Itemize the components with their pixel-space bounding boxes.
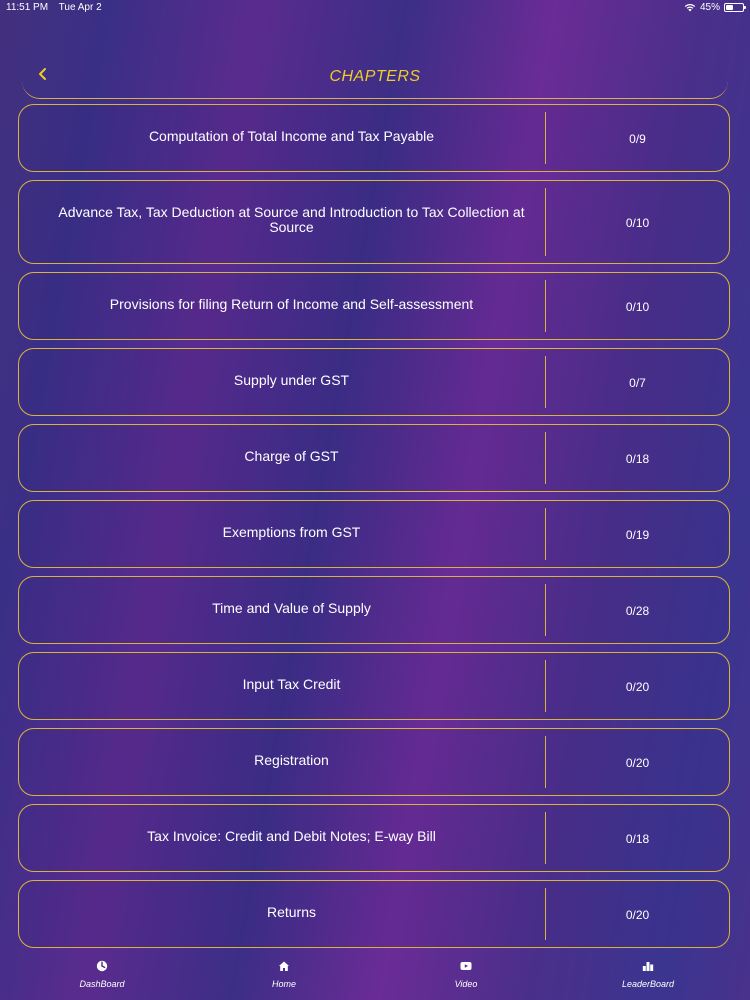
chapter-row[interactable]: Registration 0/20 [18, 728, 730, 796]
wifi-icon [684, 3, 696, 12]
tab-leaderboard-label: LeaderBoard [621, 979, 675, 989]
chapter-row[interactable]: Supply under GST 0/7 [18, 348, 730, 416]
tab-video[interactable]: Video [421, 960, 511, 992]
status-left: 11:51 PM Tue Apr 2 [6, 2, 110, 13]
tab-leaderboard[interactable]: LeaderBoard [603, 960, 693, 992]
chapter-title: Provisions for filing Return of Income a… [109, 295, 474, 312]
page-title: CHAPTERS [329, 68, 421, 85]
chapter-progress-count: 0/28 [625, 604, 650, 618]
chapter-title: Registration [254, 751, 329, 768]
chapter-row[interactable]: Computation of Total Income and Tax Paya… [18, 104, 730, 172]
chapter-title: Returns [266, 903, 317, 920]
chapter-row[interactable]: Exemptions from GST 0/19 [18, 500, 730, 568]
status-bar: 11:51 PM Tue Apr 2 45% [0, 0, 750, 16]
chapter-row[interactable]: Input Tax Credit 0/20 [18, 652, 730, 720]
chapter-title: Supply under GST [233, 371, 350, 388]
tab-dashboard[interactable]: DashBoard [57, 960, 147, 992]
chapter-progress-count: 0/18 [625, 832, 650, 846]
chapter-row[interactable]: Advance Tax, Tax Deduction at Source and… [18, 180, 730, 264]
chapter-progress-count: 0/19 [625, 528, 650, 542]
chapter-progress-count: 0/7 [629, 376, 646, 390]
chapter-row[interactable]: Charge of GST 0/18 [18, 424, 730, 492]
chapter-title: Charge of GST [244, 447, 339, 464]
dashboard-icon [96, 960, 108, 972]
status-right: 45% [684, 2, 746, 13]
tab-video-label: Video [454, 979, 478, 989]
chapter-progress-count: 0/20 [625, 680, 650, 694]
battery-icon [724, 3, 746, 12]
chapter-title: Time and Value of Supply [212, 599, 371, 616]
chapter-title: Advance Tax, Tax Deduction at Source and… [58, 204, 525, 235]
chapter-row[interactable]: Time and Value of Supply 0/28 [18, 576, 730, 644]
tab-home[interactable]: Home [239, 960, 329, 992]
chapter-title: Computation of Total Income and Tax Paya… [148, 127, 435, 144]
battery-level [726, 5, 733, 10]
chapter-progress-count: 0/10 [625, 216, 650, 230]
chapter-progress-count: 0/20 [625, 756, 650, 770]
status-time: 11:51 PM [6, 2, 49, 13]
chapter-progress-count: 0/10 [625, 300, 650, 314]
status-date: Tue Apr 2 [58, 2, 102, 13]
chapter-progress-count: 0/20 [625, 908, 650, 922]
chapter-row[interactable]: Provisions for filing Return of Income a… [18, 272, 730, 340]
home-icon [279, 961, 289, 971]
leaderboard-icon [642, 962, 654, 971]
header: CHAPTERS [22, 48, 728, 99]
battery-percent: 45% [699, 2, 720, 13]
chapter-progress-count: 0/18 [625, 452, 650, 466]
tab-home-label: Home [271, 979, 296, 989]
chapter-title: Exemptions from GST [222, 523, 361, 540]
chapter-title: Tax Invoice: Credit and Debit Notes; E-w… [147, 827, 436, 844]
chapter-row[interactable]: Returns 0/20 [18, 880, 730, 948]
tab-dashboard-label: DashBoard [79, 979, 125, 989]
tab-bar: DashBoard Home Video LeaderBoard [0, 950, 750, 1000]
chapter-progress-count: 0/9 [629, 132, 646, 146]
video-icon [460, 962, 472, 970]
chapter-row[interactable]: Tax Invoice: Credit and Debit Notes; E-w… [18, 804, 730, 872]
chapter-title: Input Tax Credit [242, 675, 341, 692]
